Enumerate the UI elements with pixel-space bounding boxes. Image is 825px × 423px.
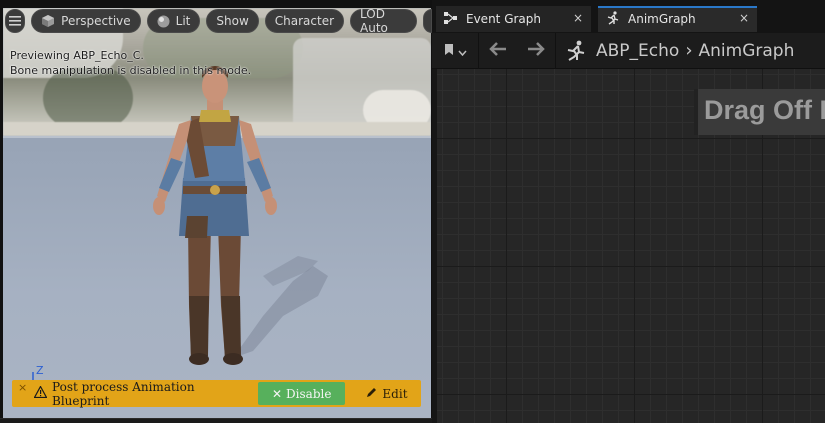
cube-icon (41, 14, 55, 28)
tab-anim-graph[interactable]: AnimGraph × (598, 6, 757, 32)
breadcrumb-separator-icon: › (685, 40, 693, 61)
character-model (153, 66, 328, 365)
warning-text: Post process Animation Blueprint (52, 379, 195, 408)
lit-button[interactable]: Lit (146, 9, 201, 33)
disable-label: Disable (286, 386, 332, 401)
arrow-right-icon (527, 41, 545, 60)
preview-viewport[interactable]: Previewing ABP_Echo_C. Bone manipulation… (0, 0, 432, 423)
tab-anim-graph-label: AnimGraph (628, 12, 696, 26)
hamburger-icon (9, 16, 22, 26)
document-tab-strip: Event Graph × AnimGraph × (432, 0, 825, 33)
edit-button[interactable]: Edit (353, 382, 421, 405)
graph-editor-panel: Event Graph × AnimGraph × ABP_Echo › Ani… (432, 0, 825, 423)
event-graph-icon (444, 11, 458, 27)
tab-event-graph-label: Event Graph (466, 12, 541, 26)
breadcrumb-graph[interactable]: AnimGraph (699, 41, 795, 61)
back-button[interactable] (479, 41, 517, 60)
lit-label: Lit (175, 14, 191, 28)
hint-accent-bar (694, 89, 698, 135)
viewport-toolbar: Perspective Lit Show Character LOD Auto (5, 7, 432, 35)
show-button[interactable]: Show (206, 9, 259, 33)
lod-button[interactable]: LOD Auto (350, 7, 417, 35)
warning-icon (33, 385, 48, 401)
graph-toolbar: ABP_Echo › AnimGraph (432, 32, 825, 69)
anim-blueprint-icon (556, 40, 596, 62)
lit-sphere-icon (157, 15, 170, 28)
viewport-menu-button[interactable] (5, 9, 26, 33)
viewport-scene[interactable]: Previewing ABP_Echo_C. Bone manipulation… (3, 8, 431, 418)
character-button[interactable]: Character (264, 9, 345, 33)
overflow-toolbar-button[interactable] (422, 9, 432, 33)
disable-button[interactable]: ✕ Disable (258, 382, 345, 405)
arrow-left-icon (489, 41, 507, 60)
close-tab-event-graph-icon[interactable]: × (573, 11, 583, 25)
warning-message: Post process Animation Blueprint (33, 379, 249, 408)
bookmark-icon (444, 41, 454, 60)
post-process-warning-bar: × Post process Animation Blueprint ✕ Dis… (12, 379, 421, 408)
bookmark-button[interactable] (432, 41, 478, 60)
preview-status-text: Previewing ABP_Echo_C. Bone manipulation… (10, 48, 251, 78)
forward-button[interactable] (517, 41, 555, 60)
disable-x-icon: ✕ (271, 386, 283, 401)
perspective-button[interactable]: Perspective (31, 9, 141, 33)
perspective-label: Perspective (61, 14, 131, 28)
running-icon (606, 10, 620, 28)
chevron-down-icon (457, 41, 467, 60)
tab-event-graph[interactable]: Event Graph × (436, 6, 591, 32)
edit-label: Edit (382, 386, 408, 401)
active-tab-indicator (598, 6, 757, 8)
warning-close-icon[interactable]: × (18, 381, 27, 394)
breadcrumb-asset[interactable]: ABP_Echo (596, 41, 679, 61)
preview-status-line1: Previewing ABP_Echo_C. (10, 49, 144, 62)
axis-z-label: Z (36, 364, 44, 377)
close-tab-anim-graph-icon[interactable]: × (739, 11, 749, 25)
character-label: Character (274, 14, 335, 28)
drag-off-hint: Drag Off P (694, 89, 825, 135)
preview-status-line2: Bone manipulation is disabled in this mo… (10, 64, 252, 77)
anim-graph-canvas[interactable]: Drag Off P (437, 69, 825, 423)
pencil-icon (366, 387, 377, 401)
lod-label: LOD Auto (360, 7, 388, 35)
show-label: Show (216, 14, 249, 28)
viewport-bottom-edge (0, 418, 432, 423)
